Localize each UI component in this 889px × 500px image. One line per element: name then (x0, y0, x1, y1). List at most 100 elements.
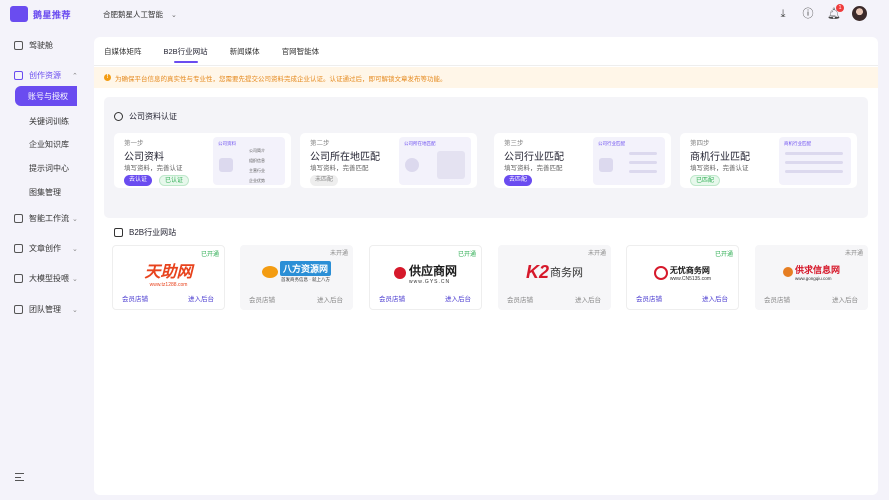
wuyou-logo-icon (653, 266, 668, 280)
tab-bar: 自媒体矩阵 B2B行业网站 新闻媒体 官网智能体 (104, 46, 341, 63)
enter-backend-link[interactable]: 进入后台 (188, 293, 214, 303)
enter-backend-link[interactable]: 进入后台 (575, 294, 601, 304)
go-match-button[interactable]: 去匹配 (504, 175, 533, 186)
cert-step-4: 第四步 商机行业匹配 填写资料，完善认证 已匹配 商机行业匹配 (680, 133, 857, 188)
step-desc: 填写资料，完善匹配 (310, 165, 369, 172)
member-shop-link[interactable]: 会员店铺 (636, 293, 662, 303)
member-shop-link[interactable]: 会员店铺 (507, 294, 533, 304)
sidebar-item-workflow[interactable]: 智能工作流 (14, 213, 69, 224)
sidebar-item-label: 创作资源 (29, 71, 61, 80)
mock-item: 主营行业 (249, 168, 265, 173)
tab-news-media[interactable]: 新闻媒体 (230, 46, 260, 57)
mock-item: 组织信息 (249, 158, 265, 163)
site-logo-url: www.tz1288.com (149, 282, 188, 288)
chevron-down-icon[interactable]: ⌄ (72, 245, 78, 253)
mock-line (629, 152, 657, 155)
chevron-down-icon[interactable]: ⌄ (72, 306, 78, 314)
gys-logo-icon (393, 267, 406, 279)
site-logo-text: 天助网 (144, 264, 193, 281)
sidebar-item-creation-resources[interactable]: 创作资源 (14, 70, 61, 81)
sidebar-item-articles[interactable]: 文章创作 (14, 243, 61, 254)
member-shop-link[interactable]: 会员店铺 (249, 294, 275, 304)
sidebar-sub-item-gallery[interactable]: 图集管理 (29, 187, 61, 198)
step-desc: 填写资料，完善认证 (690, 165, 749, 172)
sidebar-item-dashboard[interactable]: 驾驶舱 (14, 40, 53, 51)
cert-step-1: 第一步 公司资料 填写资料，完善认证 去认证 已认证 公司资料 公司简介 组织信… (114, 133, 291, 188)
b2b-site-card-wuyou: 已开通 无忧商务网 www.CN5135.com 会员店铺 进入后台 (626, 245, 739, 310)
site-logo-text: 无忧商务网 (669, 265, 710, 275)
notice-text: 为确保平台信息的真实性与专业性，您需要先提交公司资料完成企业认证。认证通过后，即… (115, 75, 447, 83)
section-title-text: B2B行业网站 (129, 228, 177, 237)
folder-icon (14, 71, 23, 80)
chevron-up-icon[interactable]: ⌃ (72, 72, 78, 80)
status-badge: 未开通 (329, 251, 348, 257)
matched-badge: 已匹配 (690, 175, 721, 186)
section-title-text: 公司资料认证 (129, 112, 177, 121)
site-logo: 八方资源网 首发商务信息 · 就上八方 (240, 257, 353, 287)
site-logo-text: 供求信息网 (794, 265, 840, 275)
help-icon[interactable]: ⓘ (802, 8, 814, 20)
download-icon[interactable]: ⤓ (777, 8, 789, 20)
member-shop-link[interactable]: 会员店铺 (122, 293, 148, 303)
mock-title: 公司资料 (218, 141, 236, 146)
step-illustration: 公司资料 公司简介 组织信息 主营行业 企业优势 (213, 137, 285, 185)
site-logo-url: www.GYS.CN (408, 278, 451, 285)
enter-backend-link[interactable]: 进入后台 (702, 293, 728, 303)
sidebar-sub-item-prompts[interactable]: 提示词中心 (29, 163, 69, 174)
sidebar-sub-item-knowledge[interactable]: 企业知识库 (29, 139, 69, 150)
tab-b2b[interactable]: B2B行业网站 (164, 46, 208, 63)
company-selector[interactable]: 合肥鹅星人工智能 ⌄ (103, 9, 177, 20)
app-logo[interactable]: 鹅星推荐 (10, 6, 71, 22)
model-icon (14, 274, 23, 283)
mock-line (629, 170, 657, 173)
team-icon (14, 305, 23, 314)
site-logo-text: K2 (525, 261, 549, 282)
step-desc: 填写资料，完善认证 (124, 165, 183, 172)
site-logo: K2 商务网 (498, 257, 611, 287)
enter-backend-link[interactable]: 进入后台 (317, 294, 343, 304)
site-logo-url: www.gongqiu.com (794, 276, 832, 281)
unmatched-badge: 未匹配 (310, 175, 339, 186)
b2b-site-card-gongqiu: 未开通 供求信息网 www.gongqiu.com 会员店铺 进入后台 (755, 245, 868, 310)
tab-website-agent[interactable]: 官网智能体 (282, 46, 320, 57)
cert-step-2: 第二步 公司所在地匹配 填写资料，完善匹配 未匹配 公司所在地匹配 (300, 133, 477, 188)
gongqiu-logo-icon (782, 267, 793, 277)
logo-icon (10, 6, 28, 22)
sidebar-item-team[interactable]: 团队管理 (14, 304, 61, 315)
notification-badge: 1 (836, 3, 844, 12)
app-name: 鹅星推荐 (33, 9, 72, 20)
avatar[interactable] (852, 6, 867, 21)
website-icon (114, 228, 123, 237)
step-number: 第一步 (124, 140, 144, 147)
mock-title: 公司行业匹配 (598, 141, 625, 146)
bell-icon[interactable]: 🔔︎ 1 (827, 3, 844, 20)
site-logo-text-suffix: 商务网 (550, 267, 583, 279)
member-shop-link[interactable]: 会员店铺 (379, 293, 405, 303)
sidebar-sub-item-keywords[interactable]: 关键词训练 (29, 116, 69, 127)
sidebar-item-model-feeding[interactable]: 大模型投喂 (14, 273, 69, 284)
step-number: 第二步 (310, 140, 330, 147)
warning-icon: ! (104, 74, 111, 81)
member-shop-link[interactable]: 会员店铺 (764, 294, 790, 304)
mock-item: 公司简介 (249, 148, 265, 153)
enter-backend-link[interactable]: 进入后台 (832, 294, 858, 304)
enter-backend-link[interactable]: 进入后台 (445, 293, 471, 303)
step-desc: 填写资料，完善匹配 (504, 165, 563, 172)
site-logo: 供应商网 www.GYS.CN (370, 258, 481, 288)
b2b-site-card-gys: 已开通 供应商网 www.GYS.CN 会员店铺 进入后台 (369, 245, 482, 310)
sidebar-item-label: 团队管理 (29, 305, 61, 314)
step-title: 公司所在地匹配 (310, 152, 380, 163)
step-number: 第三步 (504, 140, 524, 147)
step-illustration: 商机行业匹配 (779, 137, 851, 185)
sidebar-sub-item-accounts[interactable]: 账号与授权 (15, 86, 77, 106)
chevron-down-icon[interactable]: ⌄ (72, 275, 78, 283)
tab-self-media[interactable]: 自媒体矩阵 (104, 46, 142, 57)
step-illustration: 公司行业匹配 (593, 137, 665, 185)
sidebar-sub-item-label: 账号与授权 (28, 91, 68, 101)
go-certify-button[interactable]: 去认证 (124, 175, 153, 186)
mock-line (629, 161, 657, 164)
collapse-sidebar-icon[interactable] (15, 473, 24, 481)
site-logo: 天助网 www.tz1288.com (113, 258, 224, 288)
status-badge: 未开通 (844, 251, 863, 257)
chevron-down-icon[interactable]: ⌄ (72, 215, 78, 223)
